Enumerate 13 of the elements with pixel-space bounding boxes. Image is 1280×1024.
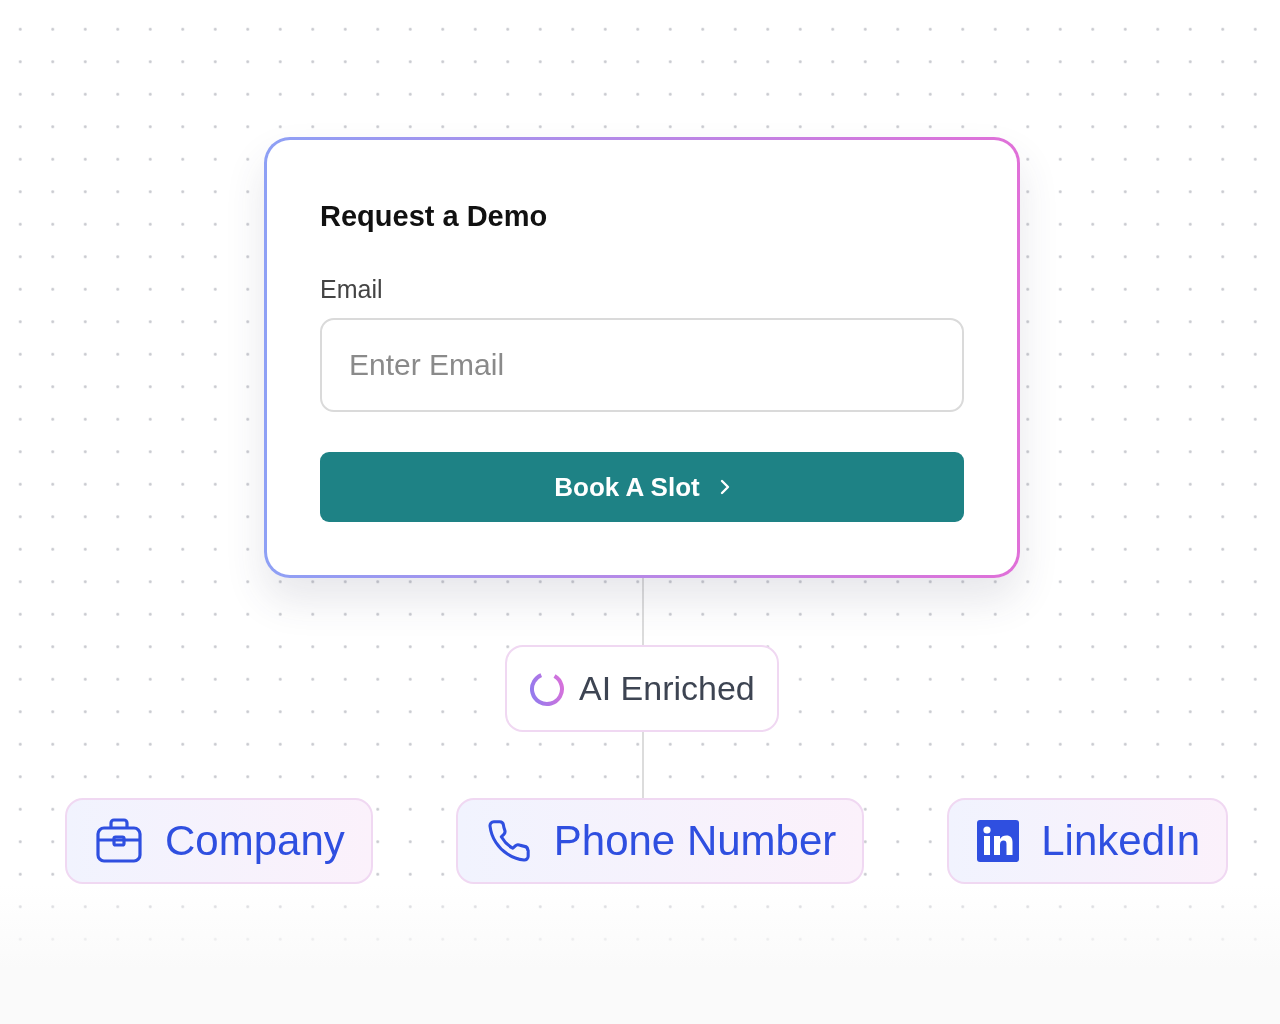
field-label: Company xyxy=(165,817,345,865)
linkedin-icon xyxy=(977,820,1020,862)
briefcase-icon xyxy=(95,818,143,864)
phone-icon xyxy=(485,818,532,864)
chevron-right-icon xyxy=(719,479,730,495)
spinner-icon xyxy=(529,670,565,707)
email-label: Email xyxy=(320,275,384,304)
email-field[interactable]: Enter Email xyxy=(320,318,964,412)
field-label: Phone Number xyxy=(553,817,837,865)
ai-enriched-label: AI Enriched xyxy=(579,669,755,708)
field-label: LinkedIn xyxy=(1041,817,1201,865)
form-title: Request a Demo xyxy=(320,200,549,233)
book-slot-button[interactable]: Book A Slot xyxy=(320,452,964,522)
